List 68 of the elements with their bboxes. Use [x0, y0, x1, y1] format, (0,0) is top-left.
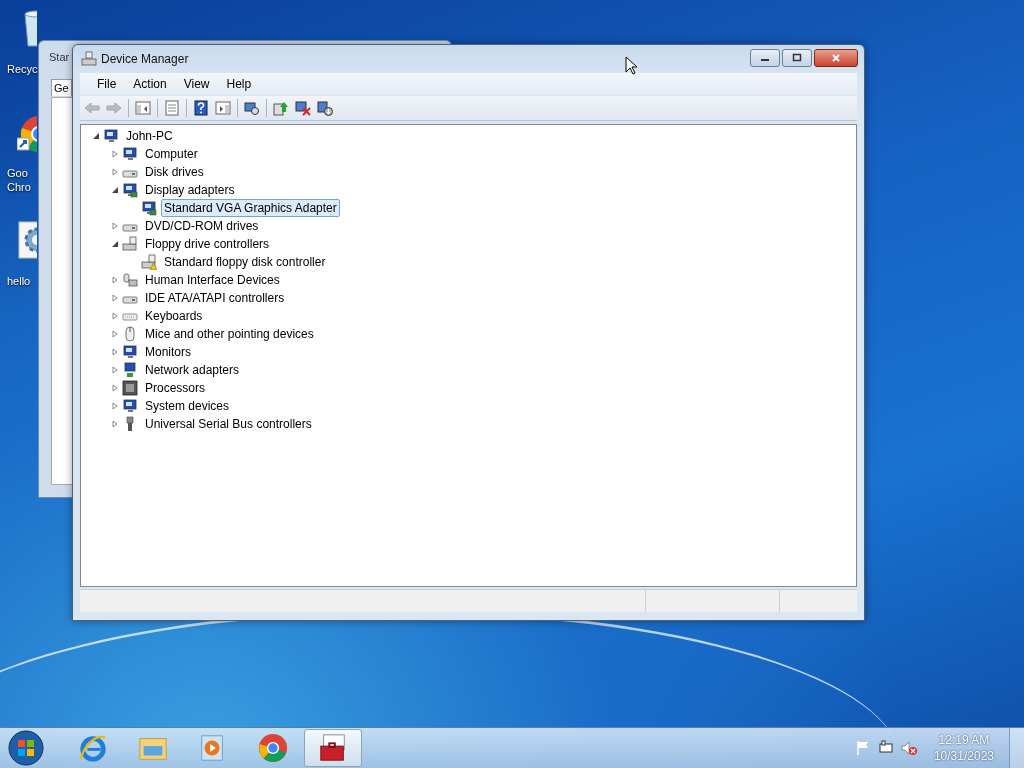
uninstall-icon[interactable]: [295, 100, 311, 116]
computer-icon: [81, 51, 97, 67]
display-adapter-icon: [122, 182, 138, 198]
action-pane-icon[interactable]: [215, 100, 231, 116]
mouse-icon: [122, 326, 138, 342]
mouse-pointer-icon: [625, 56, 637, 75]
gear-icon[interactable]: [17, 220, 37, 260]
start-button[interactable]: [8, 730, 44, 766]
input-device-icon: [122, 272, 138, 288]
tab[interactable]: Ge: [51, 79, 72, 96]
close-icon: [831, 53, 841, 63]
expand-arrow-icon[interactable]: [92, 132, 100, 140]
update-driver-icon[interactable]: [273, 100, 289, 116]
tree-item[interactable]: Standard VGA Graphics Adapter: [161, 199, 340, 217]
tree-item[interactable]: Monitors: [142, 343, 194, 361]
desktop-icon-label: Recyc: [6, 62, 38, 76]
tree-item[interactable]: Processors: [142, 379, 209, 397]
computer-icon: [103, 128, 119, 144]
clock-date: 10/31/2023: [933, 748, 994, 764]
tree-item[interactable]: John-PC: [123, 127, 176, 145]
monitor-icon: [122, 146, 138, 162]
console-tree-icon[interactable]: [135, 100, 151, 116]
speaker-icon[interactable]: [900, 740, 917, 756]
taskbar-button[interactable]: [304, 729, 362, 767]
desktop-icon-label: Chro: [6, 180, 31, 194]
menu-item[interactable]: File: [88, 75, 125, 93]
tree-item[interactable]: Universal Serial Bus controllers: [142, 415, 315, 433]
chrome-logo-icon: [258, 733, 288, 763]
tree-item[interactable]: Human Interface Devices: [142, 271, 283, 289]
network-icon[interactable]: [877, 740, 894, 756]
menu-item[interactable]: View: [174, 75, 218, 93]
clock-time: 12:19 AM: [938, 732, 990, 748]
menu-item[interactable]: Action: [124, 75, 175, 93]
tree-item[interactable]: IDE ATA/ATAPI controllers: [142, 289, 288, 307]
processor-icon: [122, 380, 138, 396]
tree-item[interactable]: Standard floppy disk controller: [161, 253, 329, 271]
network-adapter-icon: [122, 362, 138, 378]
close-button[interactable]: [814, 49, 858, 67]
expand-arrow-icon[interactable]: [111, 186, 119, 194]
monitor-icon: [122, 344, 138, 360]
desktop-icon-label: hello: [6, 274, 31, 288]
tree-item[interactable]: Mice and other pointing devices: [142, 325, 317, 343]
monitor-icon: [122, 398, 138, 414]
window-title: Star: [49, 51, 70, 63]
tree-item[interactable]: Floppy drive controllers: [142, 235, 273, 253]
scan-hardware-icon[interactable]: [244, 100, 260, 116]
help-icon[interactable]: [193, 100, 209, 116]
floppy-drive-icon: [122, 236, 138, 252]
maximize-button[interactable]: [782, 49, 812, 67]
properties-icon[interactable]: [164, 100, 180, 116]
show-desktop-button[interactable]: [1009, 728, 1024, 768]
internet-explorer-icon: [78, 733, 108, 763]
tree-item[interactable]: Computer: [142, 145, 201, 163]
tree-item[interactable]: Keyboards: [142, 307, 206, 325]
toolbox-icon: [318, 733, 348, 763]
tree-item[interactable]: Disk drives: [142, 163, 207, 181]
tree-item[interactable]: Network adapters: [142, 361, 243, 379]
tree-item[interactable]: System devices: [142, 397, 233, 415]
desktop-icon-label: Goo: [6, 166, 28, 180]
expand-arrow-icon[interactable]: [111, 240, 119, 248]
disable-device-icon[interactable]: [317, 100, 333, 116]
tree-item[interactable]: DVD/CD-ROM drives: [142, 217, 262, 235]
window-title: Device Manager: [101, 52, 189, 66]
flag-icon[interactable]: [854, 740, 871, 756]
menu-item[interactable]: Help: [217, 75, 260, 93]
maximize-icon: [792, 53, 802, 63]
minimize-button[interactable]: [750, 49, 780, 67]
tree-item[interactable]: Display adapters: [142, 181, 238, 199]
